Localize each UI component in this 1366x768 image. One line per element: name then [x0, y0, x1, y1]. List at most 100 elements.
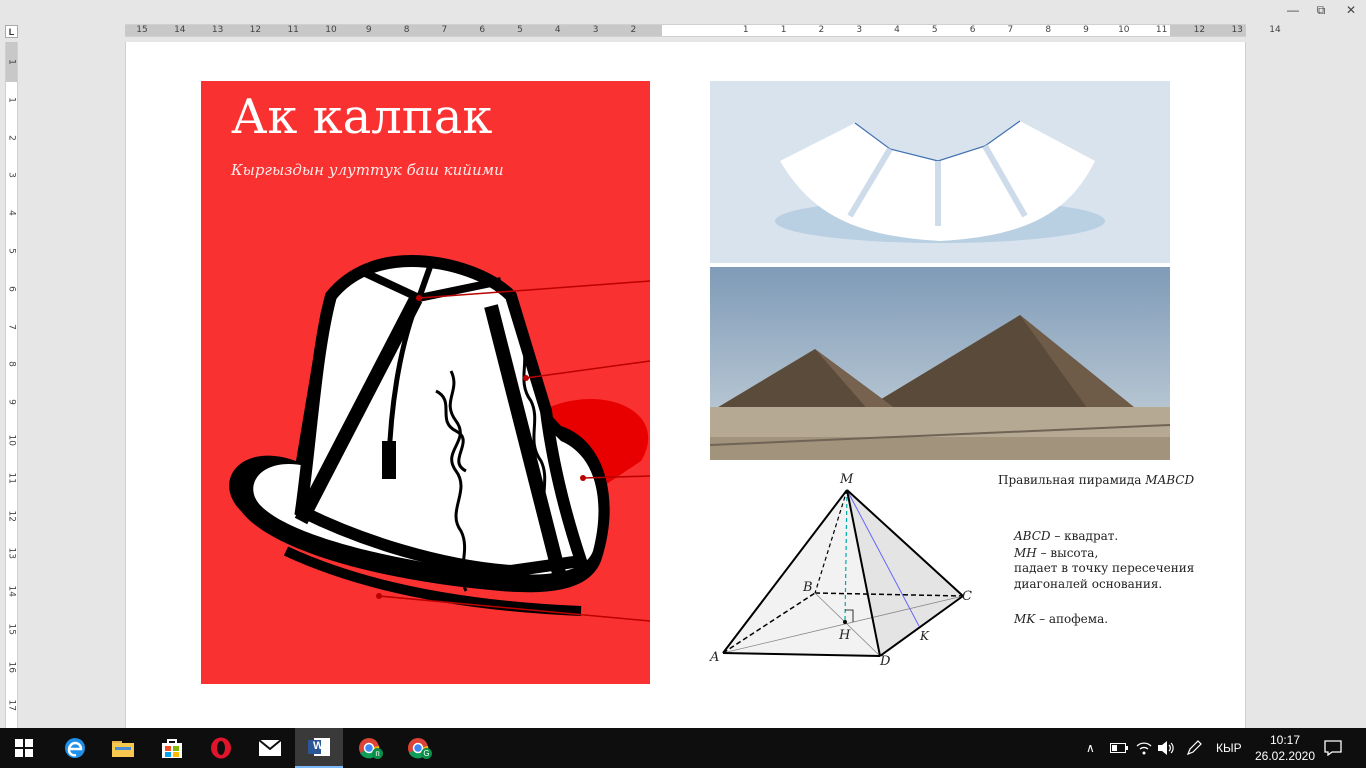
battery-tray[interactable] — [1110, 728, 1128, 768]
folder-icon — [112, 741, 134, 757]
word-window: — ⧉ ✕ L 15 14 13 12 11 10 9 8 7 6 5 4 3 2 1 1 2 3 4 5 6 7 8 9 10… — [0, 0, 1366, 768]
caption-line-2: MH – высота, — [1014, 546, 1098, 560]
opera-icon — [211, 737, 231, 759]
caption-line-5: MK – апофема. — [1014, 612, 1108, 626]
ruler-tick: 9 — [1083, 25, 1089, 35]
diagram-caption-title: Правильная пирамида MABCD — [998, 473, 1194, 487]
pen-tray[interactable] — [1186, 728, 1202, 768]
ruler-vtick: 15 — [6, 623, 17, 635]
ruler-vtick: 17 — [6, 699, 17, 711]
mail-button[interactable] — [246, 728, 294, 768]
ruler-tick: 15 — [136, 25, 148, 35]
edge-icon — [65, 738, 85, 758]
minimize-button[interactable]: — — [1278, 0, 1308, 20]
ruler-tick: 13 — [211, 25, 224, 35]
word-button[interactable]: W — [295, 728, 343, 768]
ruler-vtick: 4 — [6, 210, 17, 217]
caption-title-text: Правильная пирамида — [998, 473, 1142, 487]
caption-var-abcd: ABCD — [1014, 529, 1051, 543]
ruler-tick: 14 — [174, 25, 186, 35]
word-letter: W — [313, 740, 324, 752]
pyramids-photo[interactable] — [710, 267, 1170, 460]
clock[interactable]: 10:17 26.02.2020 — [1250, 732, 1320, 764]
restore-button[interactable]: ⧉ — [1306, 0, 1336, 20]
ak-kalpak-poster[interactable]: Ак калпак Кыргыздын улуттук баш кийими — [201, 81, 650, 684]
ruler-tick: 11 — [1155, 25, 1168, 35]
ruler-tick: 8 — [1045, 25, 1052, 35]
ruler-vtick: 14 — [6, 585, 17, 598]
ruler-vtick: 11 — [6, 472, 17, 484]
ruler-left-margin — [125, 25, 662, 36]
chrome-p-badge: п — [372, 748, 383, 759]
horizontal-ruler[interactable]: 15 14 13 12 11 10 9 8 7 6 5 4 3 2 1 1 2 3 4 5 6 7 8 9 10 11 12 13 14 — [125, 24, 1281, 37]
ruler-tick: 1 — [780, 25, 787, 35]
clock-date: 26.02.2020 — [1254, 749, 1316, 763]
language-label: КЫР — [1216, 741, 1242, 755]
pyramids-drawing — [710, 267, 1170, 460]
caption-text-2: – высота, — [1036, 546, 1099, 560]
ruler-tick: 10 — [325, 25, 337, 35]
vertex-label-c: C — [962, 589, 972, 604]
ruler-tick: 2 — [818, 25, 825, 35]
caption-title-name: MABCD — [1145, 473, 1195, 487]
kalpak-pattern-image[interactable] — [710, 81, 1170, 263]
vertex-label-d: D — [880, 654, 891, 669]
notifications-button[interactable] — [1324, 728, 1342, 768]
store-icon — [162, 739, 182, 758]
point-label-k: K — [920, 629, 929, 643]
ruler-vtick: 2 — [6, 134, 17, 141]
start-button[interactable] — [0, 728, 48, 768]
close-icon: ✕ — [1345, 3, 1357, 17]
ruler-vtick: 3 — [6, 172, 17, 179]
store-button[interactable] — [148, 728, 196, 768]
ruler-vtick: 10 — [6, 434, 17, 446]
clock-time: 10:17 — [1269, 733, 1301, 747]
mail-icon — [259, 740, 281, 756]
vertex-label-a: A — [710, 650, 720, 665]
caption-text-1: – квадрат. — [1050, 529, 1119, 543]
wifi-icon — [1136, 742, 1152, 755]
explorer-button[interactable] — [99, 728, 147, 768]
ruler-vtick: 1 — [6, 96, 17, 103]
ruler-tick: 9 — [365, 25, 372, 35]
caption-text-5: – апофема. — [1035, 612, 1109, 626]
minimize-icon: — — [1287, 3, 1299, 17]
ruler-tick: 2 — [630, 25, 637, 35]
ruler-vtick: 13 — [6, 547, 17, 560]
ruler-tick: 6 — [969, 25, 976, 35]
chrome-g-button[interactable]: G — [394, 728, 442, 768]
pen-icon — [1186, 740, 1202, 756]
edge-button[interactable] — [51, 728, 99, 768]
caption-var-mh: MH — [1014, 546, 1037, 560]
chrome-p-button[interactable]: п — [345, 728, 393, 768]
ruler-tick: 10 — [1118, 25, 1130, 35]
wifi-tray[interactable] — [1136, 728, 1152, 768]
volume-icon — [1158, 741, 1174, 755]
ruler-vtick: 9 — [6, 399, 17, 406]
language-indicator[interactable]: КЫР — [1216, 728, 1242, 768]
kalpak-pattern-drawing — [775, 120, 1105, 243]
opera-button[interactable] — [197, 728, 245, 768]
taskbar: W п G ∧ КЫР 10:17 26.02.2020 — [0, 728, 1366, 768]
notification-icon — [1324, 740, 1342, 756]
ruler-tick: 4 — [894, 25, 900, 35]
ruler-tick: 11 — [287, 25, 299, 35]
ruler-tick: 13 — [1231, 25, 1243, 35]
caption-line-1: ABCD – квадрат. — [1014, 529, 1118, 543]
caption-var-mk: MK — [1014, 612, 1036, 626]
ruler-tick: 12 — [249, 25, 262, 35]
ruler-vtick: 8 — [6, 361, 17, 368]
close-button[interactable]: ✕ — [1336, 0, 1366, 20]
vertical-ruler[interactable]: 1 1 2 3 4 5 6 7 8 9 10 11 12 13 14 15 16 17 — [5, 42, 18, 728]
poster-title: Ак калпак — [231, 89, 493, 145]
show-hidden-icons[interactable]: ∧ — [1086, 728, 1095, 768]
tab-selector[interactable]: L — [5, 25, 18, 38]
ruler-tick: 5 — [517, 25, 523, 35]
caption-line-3: падает в точку пересечения — [1014, 561, 1195, 575]
poster-subtitle: Кыргыздын улуттук баш кийими — [231, 161, 504, 179]
point-label-h: H — [839, 628, 851, 643]
volume-tray[interactable] — [1158, 728, 1176, 768]
ruler-tick: 8 — [403, 25, 410, 35]
ruler-tick: 5 — [931, 25, 938, 35]
ruler-tick: 12 — [1193, 25, 1206, 35]
